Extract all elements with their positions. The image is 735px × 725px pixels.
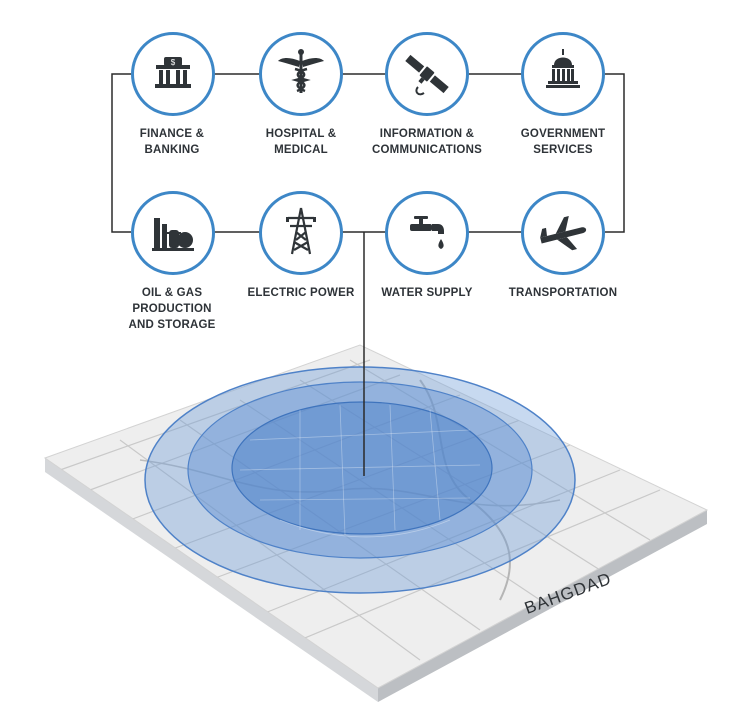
caduceus-icon [278, 49, 324, 93]
water-node [385, 191, 469, 275]
infographic: $ FINANCE & BANKING HOSPITAL & MEDICAL I… [0, 0, 735, 725]
electric-node [259, 191, 343, 275]
government-label: GOVERNMENT SERVICES [520, 128, 606, 156]
map-illustration [43, 73, 709, 702]
oilgas-label: OIL & GAS PRODUCTION AND STORAGE [128, 287, 216, 331]
faucet-icon [410, 216, 444, 249]
information-node [385, 32, 469, 116]
refinery-icon [152, 218, 194, 251]
capitol-icon [546, 49, 580, 88]
finance-label: FINANCE & BANKING [139, 128, 205, 156]
power-tower-icon [286, 207, 316, 255]
hospital-node [259, 32, 343, 116]
impact-zones [144, 366, 576, 594]
oilgas-node [131, 191, 215, 275]
information-label: INFORMATION & COMMUNICATIONS [372, 128, 482, 156]
bank-icon: $ [155, 57, 191, 88]
finance-node: $ [131, 32, 215, 116]
water-label: WATER SUPPLY [381, 287, 473, 299]
government-node [521, 32, 605, 116]
satellite-icon [405, 54, 449, 96]
svg-text:$: $ [171, 58, 176, 67]
inner-zone [231, 401, 493, 535]
transport-label: TRANSPORTATION [508, 287, 618, 299]
transport-node [521, 191, 605, 275]
airplane-icon [540, 216, 587, 251]
